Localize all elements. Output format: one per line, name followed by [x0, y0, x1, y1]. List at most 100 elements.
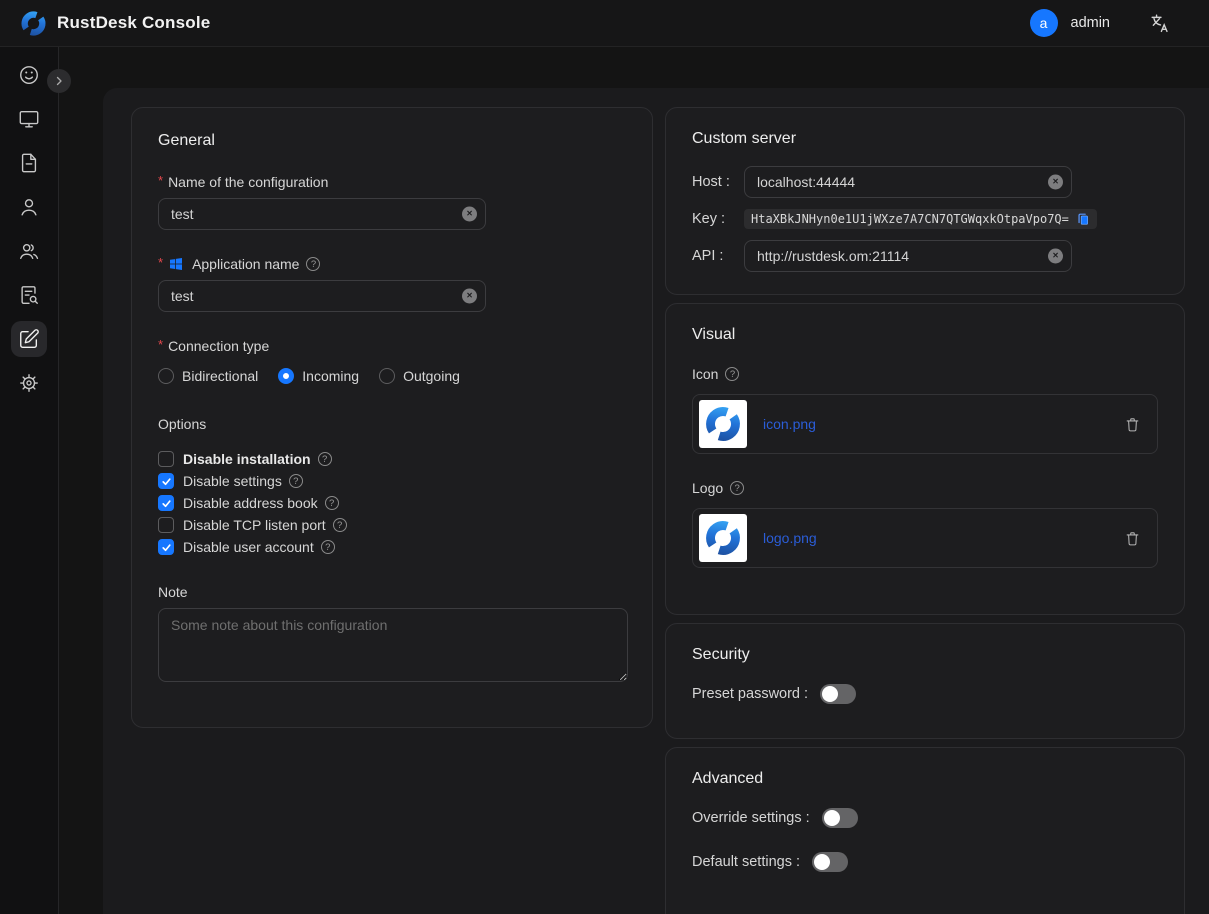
host-input[interactable]: [744, 166, 1072, 198]
toggle-knob: [824, 810, 840, 826]
logo-upload-label: Logo ?: [692, 480, 1158, 496]
icon-file-link[interactable]: icon.png: [763, 416, 816, 432]
radio-icon: [278, 368, 294, 384]
users-icon: [18, 240, 40, 262]
clear-icon[interactable]: ×: [462, 207, 477, 222]
advanced-panel: Advanced Override settings : Default set…: [665, 747, 1185, 914]
options-list: Disable installation ? Disable settings …: [158, 448, 626, 558]
host-input-wrap: ×: [744, 166, 1072, 198]
username[interactable]: admin: [1071, 15, 1111, 31]
sidebar-item-status[interactable]: [11, 57, 47, 93]
avatar[interactable]: a: [1030, 9, 1058, 37]
sidebar-item-groups[interactable]: [11, 233, 47, 269]
note-label: Note: [158, 584, 626, 600]
api-input-wrap: ×: [744, 240, 1072, 272]
help-icon[interactable]: ?: [725, 367, 739, 381]
preset-password-toggle[interactable]: [820, 684, 856, 704]
clear-icon[interactable]: ×: [1048, 249, 1063, 264]
radio-outgoing[interactable]: Outgoing: [379, 368, 460, 384]
right-column: Custom server Host : × Key : HtaXBkJNHyn…: [665, 107, 1185, 914]
gear-icon: [18, 372, 40, 394]
key-label: Key :: [692, 211, 744, 227]
host-row: Host : ×: [692, 166, 1158, 198]
checkbox-disable-user-account[interactable]: Disable user account ?: [158, 536, 626, 558]
help-icon[interactable]: ?: [325, 496, 339, 510]
edit-icon: [18, 328, 40, 350]
checkbox-disable-installation[interactable]: Disable installation ?: [158, 448, 626, 470]
default-settings-toggle[interactable]: [812, 852, 848, 872]
custom-server-panel: Custom server Host : × Key : HtaXBkJNHyn…: [665, 107, 1185, 295]
api-input[interactable]: [744, 240, 1072, 272]
sidebar-item-devices[interactable]: [11, 101, 47, 137]
sidebar-item-audit[interactable]: [11, 277, 47, 313]
help-icon[interactable]: ?: [321, 540, 335, 554]
required-marker: *: [158, 173, 163, 188]
api-label: API :: [692, 248, 744, 264]
override-settings-row: Override settings :: [692, 808, 1158, 828]
sidebar-expand-button[interactable]: [47, 69, 71, 93]
radio-incoming[interactable]: Incoming: [278, 368, 359, 384]
copy-icon[interactable]: [1076, 212, 1090, 226]
windows-icon: [168, 256, 184, 272]
logo-file-box: logo.png: [692, 508, 1158, 568]
smiley-icon: [18, 64, 40, 86]
help-icon[interactable]: ?: [318, 452, 332, 466]
config-name-input[interactable]: [158, 198, 486, 230]
override-settings-label: Override settings :: [692, 810, 810, 826]
help-icon[interactable]: ?: [730, 481, 744, 495]
checkbox-disable-tcp-listen-port[interactable]: Disable TCP listen port ?: [158, 514, 626, 536]
clear-icon[interactable]: ×: [1048, 175, 1063, 190]
checkbox-disable-address-book[interactable]: Disable address book ?: [158, 492, 626, 514]
main-content: General * Name of the configuration × * …: [103, 88, 1209, 914]
sidebar-item-custom-clients[interactable]: [11, 321, 47, 357]
key-row: Key : HtaXBkJNHyn0e1U1jWXze7A7CN7QTGWqxk…: [692, 204, 1158, 234]
chevron-right-icon: [53, 75, 65, 87]
default-settings-row: Default settings :: [692, 852, 1158, 872]
icon-file-box: icon.png: [692, 394, 1158, 454]
key-value: HtaXBkJNHyn0e1U1jWXze7A7CN7QTGWqxkOtpaVp…: [751, 212, 1069, 226]
sidebar: [0, 47, 59, 914]
help-icon[interactable]: ?: [333, 518, 347, 532]
sidebar-item-settings[interactable]: [11, 365, 47, 401]
security-title: Security: [692, 646, 1158, 664]
app-name-input[interactable]: [158, 280, 486, 312]
checkbox-icon: [158, 539, 174, 555]
clear-icon[interactable]: ×: [462, 289, 477, 304]
api-row: API : ×: [692, 240, 1158, 272]
config-name-input-wrap: ×: [158, 198, 486, 230]
preset-password-row: Preset password :: [692, 684, 1158, 704]
monitor-icon: [18, 108, 40, 130]
logo-thumbnail: [699, 514, 747, 562]
app-name-input-wrap: ×: [158, 280, 486, 312]
trash-icon[interactable]: [1124, 530, 1141, 547]
default-settings-label: Default settings :: [692, 854, 800, 870]
checkbox-disable-settings[interactable]: Disable settings ?: [158, 470, 626, 492]
options-label: Options: [158, 416, 626, 432]
preset-password-label: Preset password :: [692, 686, 808, 702]
advanced-title: Advanced: [692, 770, 1158, 788]
checkbox-icon: [158, 451, 174, 467]
radio-bidirectional[interactable]: Bidirectional: [158, 368, 258, 384]
help-icon[interactable]: ?: [289, 474, 303, 488]
sidebar-item-logs[interactable]: [11, 145, 47, 181]
override-settings-toggle[interactable]: [822, 808, 858, 828]
icon-upload-label: Icon ?: [692, 366, 1158, 382]
sidebar-item-users[interactable]: [11, 189, 47, 225]
visual-panel: Visual Icon ? icon.png: [665, 303, 1185, 615]
visual-title: Visual: [692, 326, 1158, 344]
note-textarea[interactable]: [158, 608, 628, 682]
trash-icon[interactable]: [1124, 416, 1141, 433]
checkbox-icon: [158, 517, 174, 533]
security-panel: Security Preset password :: [665, 623, 1185, 739]
general-panel: General * Name of the configuration × * …: [131, 107, 653, 728]
app-name-label: * Application name ?: [158, 256, 626, 272]
logo-file-link[interactable]: logo.png: [763, 530, 817, 546]
help-icon[interactable]: ?: [306, 257, 320, 271]
toggle-knob: [822, 686, 838, 702]
toggle-knob: [814, 854, 830, 870]
translate-icon[interactable]: [1150, 13, 1171, 34]
app-title: RustDesk Console: [57, 13, 210, 33]
required-marker: *: [158, 255, 163, 270]
radio-icon: [379, 368, 395, 384]
key-value-chip[interactable]: HtaXBkJNHyn0e1U1jWXze7A7CN7QTGWqxkOtpaVp…: [744, 209, 1097, 229]
